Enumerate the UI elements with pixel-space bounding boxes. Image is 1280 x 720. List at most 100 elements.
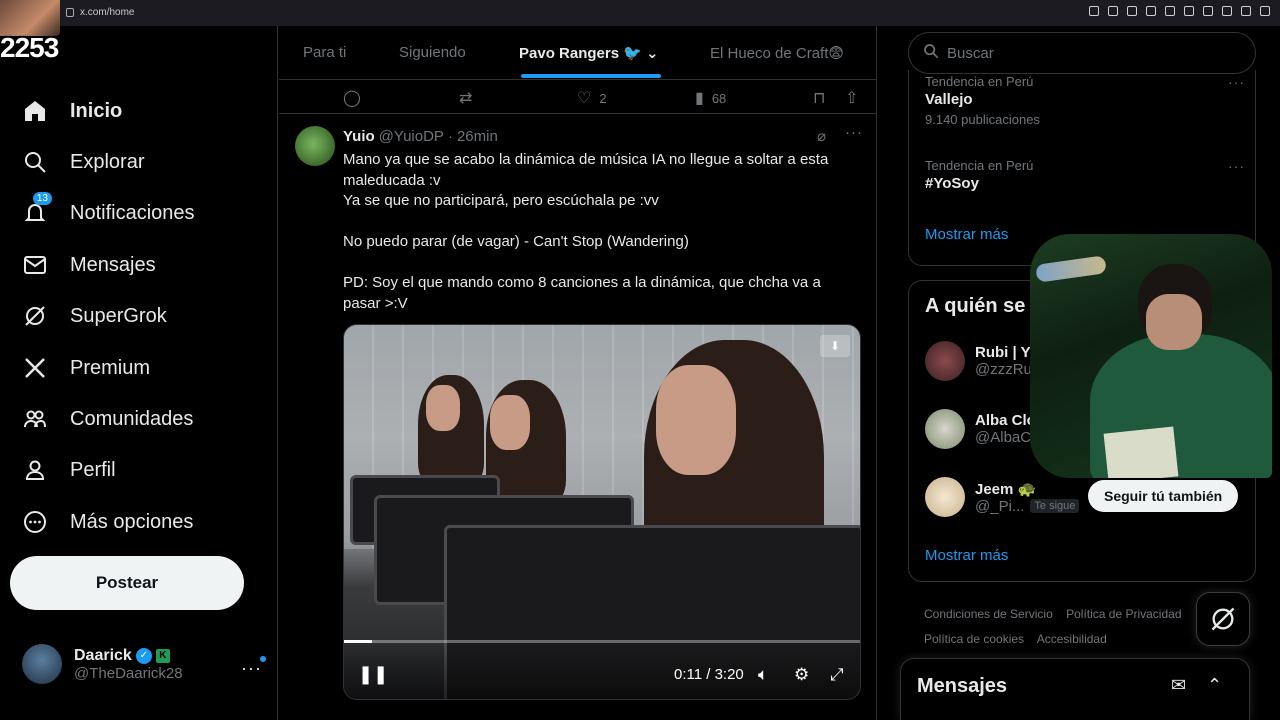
author-handle[interactable]: @YuioDP	[379, 128, 444, 145]
trend-item[interactable]: Tendencia en Perú Vallejo 9.140 publicac…	[925, 74, 1245, 127]
tab-following[interactable]: Siguiendo	[399, 44, 466, 61]
video-time: 0:11 / 3:20	[674, 666, 744, 683]
person-icon	[22, 457, 48, 483]
suggested-user[interactable]: Rubi | Yo @zzzRub	[925, 341, 1040, 381]
nav-profile[interactable]: Perfil	[22, 457, 116, 483]
search-icon	[923, 43, 939, 63]
share-button[interactable]: ⇧	[845, 88, 858, 108]
extension-icon[interactable]	[1165, 6, 1175, 16]
tab-for-you[interactable]: Para ti	[303, 44, 346, 61]
show-more-trends-link[interactable]: Mostrar más	[925, 226, 1008, 243]
avatar	[925, 409, 965, 449]
bookmark-button[interactable]: ⊓	[813, 88, 825, 108]
video-controls: ❚❚ 0:11 / 3:20 🔈︎ ⚙ ⤢	[344, 643, 860, 699]
nav-label: Comunidades	[70, 407, 194, 430]
unread-dot	[260, 656, 266, 662]
grok-floating-button[interactable]	[1196, 592, 1250, 646]
active-tab-indicator	[521, 74, 661, 78]
download-icon[interactable]	[1241, 6, 1251, 16]
nav-label: Mensajes	[70, 253, 156, 276]
shield-icon[interactable]	[1146, 6, 1156, 16]
pause-icon[interactable]: ❚❚	[358, 664, 388, 685]
tweet-time[interactable]: 26min	[457, 128, 498, 145]
expand-icon[interactable]: ⌃	[1207, 675, 1222, 696]
address-bar[interactable]: x.com/home	[66, 7, 134, 18]
video-player[interactable]: ⬇ ❚❚ 0:11 / 3:20 🔈︎ ⚙ ⤢	[343, 324, 861, 700]
suggested-user[interactable]: Alba Clo @AlbaCl	[925, 409, 1036, 449]
search-box[interactable]	[908, 32, 1256, 74]
follow-back-button[interactable]: Seguir tú también	[1088, 480, 1239, 512]
more-icon[interactable]: ···	[241, 658, 262, 679]
more-icon[interactable]: ···	[1228, 158, 1245, 174]
trend-category: Tendencia en Perú	[925, 74, 1034, 89]
nav-messages[interactable]: Mensajes	[22, 252, 156, 278]
nav-more-options[interactable]: Más opciones	[22, 509, 193, 535]
zoom-icon[interactable]	[1089, 6, 1099, 16]
home-icon	[22, 98, 48, 124]
footer-link[interactable]: Política de Privacidad	[1066, 607, 1181, 621]
nav-notifications[interactable]: 13 Notificaciones	[22, 192, 195, 226]
reply-button[interactable]: ◯	[343, 88, 361, 108]
affiliate-badge-icon: K	[155, 648, 170, 663]
show-more-users-link[interactable]: Mostrar más	[925, 547, 1008, 564]
tab-pavo-rangers[interactable]: Pavo Rangers 🐦 ⌄	[519, 44, 659, 62]
video-figure	[656, 365, 736, 475]
avatar	[925, 341, 965, 381]
like-button[interactable]: ♡ 2	[577, 88, 607, 108]
download-icon[interactable]: ⬇	[820, 335, 850, 357]
nav-home[interactable]: Inicio	[22, 98, 122, 124]
avatar[interactable]	[295, 126, 335, 166]
nav-label: Más opciones	[70, 510, 194, 533]
footer-link[interactable]: Accesibilidad	[1037, 632, 1107, 646]
user-handle-row: @_Pi... Te sigue	[975, 497, 1080, 515]
account-switcher[interactable]: Daarick ✓ K @TheDaarick28 ···	[22, 644, 266, 684]
bar-chart-icon: ▮	[695, 90, 704, 107]
verified-icon: ✓	[135, 647, 152, 664]
view-count: 68	[711, 90, 727, 106]
settings-gear-icon[interactable]: ⚙	[794, 665, 809, 685]
post-button[interactable]: Postear	[10, 556, 244, 610]
browser-extension-icons	[1089, 6, 1270, 16]
play-icon[interactable]	[1184, 6, 1194, 16]
nav-explore[interactable]: Explorar	[22, 149, 144, 175]
tweet-line: Mano ya que se acabo la dinámica de músi…	[343, 151, 829, 189]
puzzle-icon[interactable]	[1222, 6, 1232, 16]
lock-icon	[66, 8, 74, 17]
pin-icon[interactable]	[1108, 6, 1118, 16]
menu-icon[interactable]	[1260, 6, 1270, 16]
avatar	[22, 644, 62, 684]
new-message-icon[interactable]: ✉	[1171, 675, 1186, 696]
streamer-webcam	[1030, 234, 1272, 478]
tab-el-hueco-de-craft[interactable]: El Hueco de Craft😨	[710, 44, 844, 62]
grok-icon	[22, 303, 48, 329]
reader-icon[interactable]	[1127, 6, 1137, 16]
author-name[interactable]: Yuio	[343, 128, 375, 145]
more-icon[interactable]: ···	[1228, 74, 1245, 90]
account-name: Daarick	[74, 646, 132, 664]
more-icon[interactable]: ···	[845, 124, 863, 141]
search-input[interactable]	[947, 44, 1227, 62]
follows-you-badge: Te sigue	[1030, 499, 1080, 513]
heart-icon[interactable]	[1203, 6, 1213, 16]
volume-icon[interactable]: 🔈︎	[758, 665, 768, 685]
nav-label: Perfil	[70, 458, 116, 481]
footer-link[interactable]: Política de cookies	[924, 632, 1024, 646]
suggested-user[interactable]: Jeem 🐢 @_Pi... Te sigue	[925, 477, 1080, 517]
grok-icon[interactable]: ⌀	[817, 127, 826, 145]
previous-post-actions: ◯ ⇄ ♡ 2 ▮ 68 ⊓ ⇧	[279, 80, 876, 114]
user-handle: @_Pi...	[975, 497, 1025, 515]
repost-button[interactable]: ⇄	[459, 88, 472, 108]
messages-drawer[interactable]: Mensajes ✉ ⌃	[900, 658, 1250, 720]
views-button[interactable]: ▮ 68	[695, 88, 726, 108]
bell-icon: 13	[22, 192, 52, 226]
footer-link[interactable]: Condiciones de Servicio	[924, 607, 1053, 621]
reply-icon: ◯	[343, 90, 361, 107]
fullscreen-icon[interactable]: ⤢	[830, 665, 844, 685]
nav-supergrok[interactable]: SuperGrok	[22, 303, 167, 329]
nav-premium[interactable]: Premium	[22, 355, 150, 381]
nav-communities[interactable]: Comunidades	[22, 406, 193, 432]
tweet-header: Yuio @YuioDP · 26min	[343, 128, 498, 145]
mail-icon	[22, 252, 48, 278]
trend-item[interactable]: Tendencia en Perú #YoSoy ···	[925, 158, 1245, 192]
